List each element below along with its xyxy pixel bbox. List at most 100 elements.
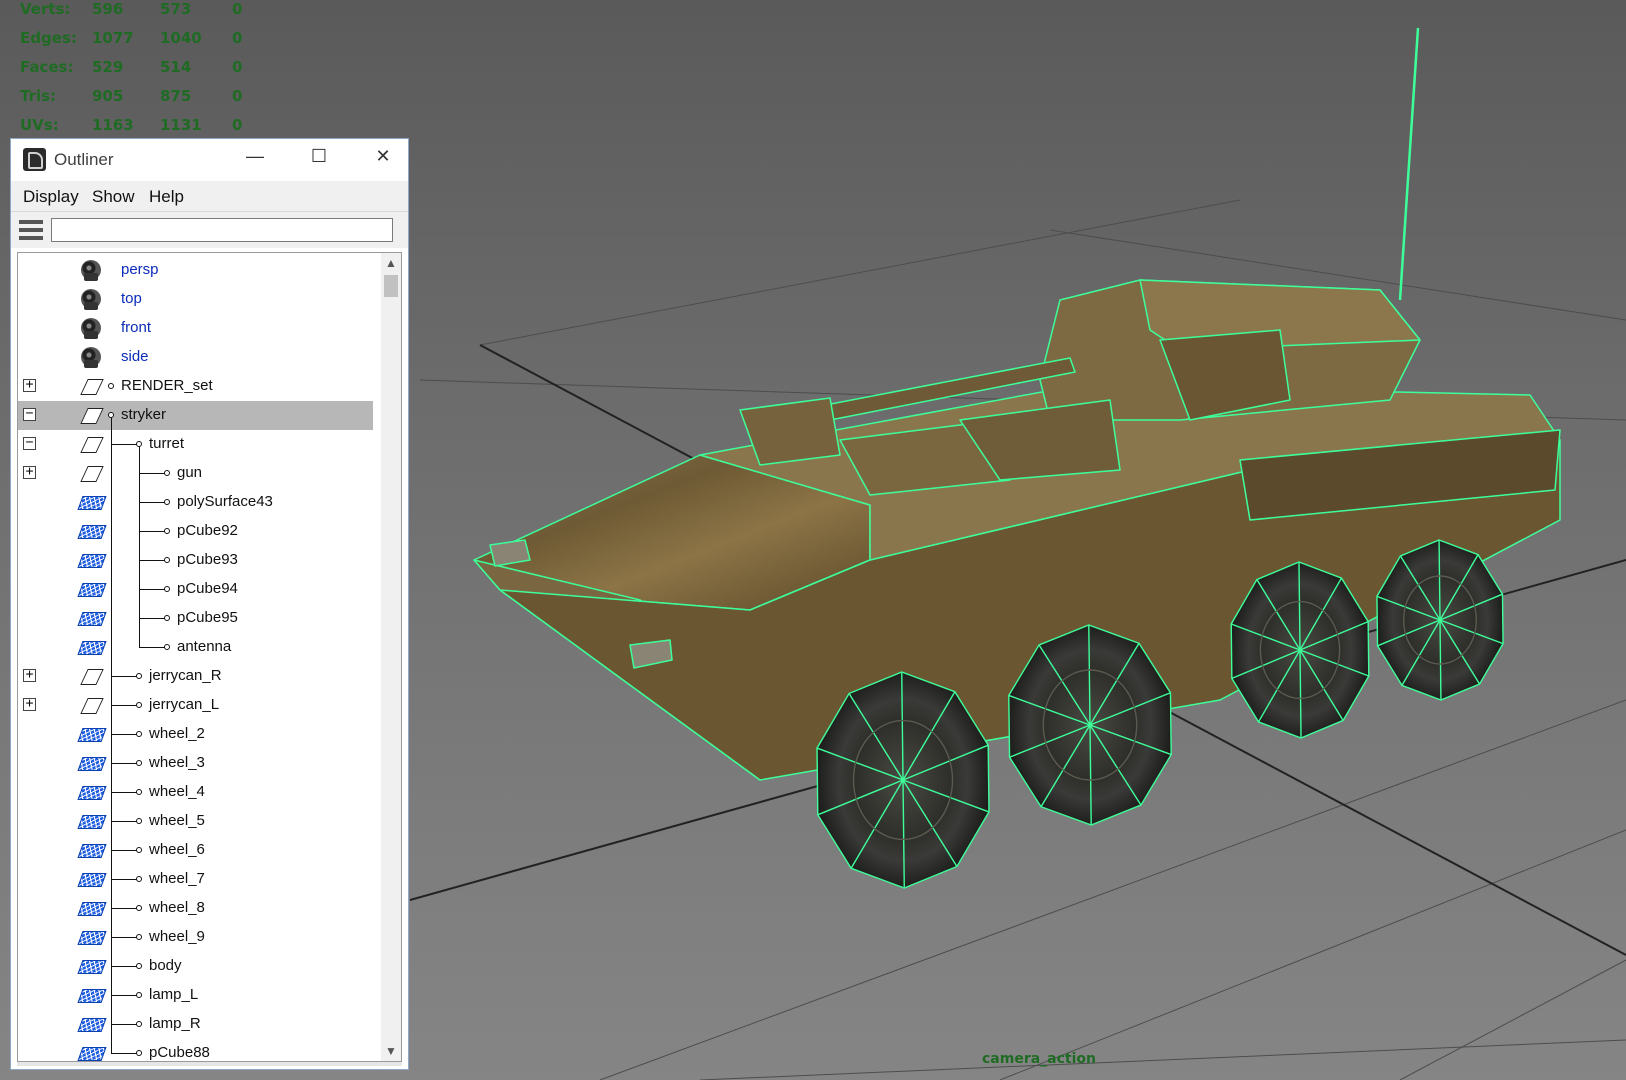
vertical-scrollbar[interactable]: ▲ ▼ <box>381 253 401 1061</box>
outliner-row-wheel-7[interactable]: wheel_7 <box>18 865 373 894</box>
row-label: jerrycan_R <box>149 667 222 684</box>
mesh-icon <box>78 636 104 658</box>
hud-label: Tris: <box>20 87 57 105</box>
maximize-button[interactable]: ☐ <box>296 139 342 173</box>
tree-connector <box>111 937 139 938</box>
row-label: pCube88 <box>149 1044 210 1061</box>
expand-icon[interactable]: + <box>23 668 36 682</box>
outliner-row-body[interactable]: body <box>18 952 373 981</box>
mesh-icon <box>78 491 104 513</box>
node-pin <box>164 557 170 563</box>
row-label: pCube93 <box>177 551 238 568</box>
hud-value: 529 <box>92 58 124 76</box>
outliner-row-lamp-r[interactable]: lamp_R <box>18 1010 373 1039</box>
row-label: persp <box>121 261 159 278</box>
expand-icon[interactable]: + <box>23 465 36 479</box>
filter-bar <box>11 211 408 248</box>
outliner-row-pcube94[interactable]: pCube94 <box>18 575 373 604</box>
row-label: wheel_4 <box>149 783 205 800</box>
transform-icon <box>78 375 104 397</box>
search-input[interactable] <box>51 218 393 242</box>
outliner-row-lamp-l[interactable]: lamp_L <box>18 981 373 1010</box>
minimize-button[interactable]: — <box>232 139 278 173</box>
tree-connector <box>139 618 167 619</box>
outliner-row-render-set[interactable]: + RENDER_set <box>18 372 373 401</box>
outliner-row-side[interactable]: side <box>18 343 373 372</box>
outliner-row-jerrycan-r[interactable]: + jerrycan_R <box>18 662 373 691</box>
menu-show[interactable]: Show <box>92 187 135 207</box>
expand-icon[interactable]: + <box>23 697 36 711</box>
outliner-row-pcube95[interactable]: pCube95 <box>18 604 373 633</box>
node-pin <box>136 1050 142 1056</box>
expand-icon[interactable]: + <box>23 378 36 392</box>
close-button[interactable]: ✕ <box>360 139 406 173</box>
outliner-row-pcube93[interactable]: pCube93 <box>18 546 373 575</box>
node-pin <box>136 731 142 737</box>
hud-value: 1163 <box>92 116 134 134</box>
menu-display[interactable]: Display <box>23 187 79 207</box>
node-pin <box>136 789 142 795</box>
outliner-row-wheel-5[interactable]: wheel_5 <box>18 807 373 836</box>
mesh-icon <box>78 723 104 745</box>
collapse-icon[interactable]: − <box>23 407 36 421</box>
tree-connector <box>139 589 167 590</box>
tree-connector <box>111 821 139 822</box>
horizontal-scrollbar[interactable] <box>17 1062 402 1066</box>
node-pin <box>136 760 142 766</box>
node-pin <box>136 934 142 940</box>
scroll-thumb[interactable] <box>384 275 398 297</box>
row-label: body <box>149 957 182 974</box>
camera-icon <box>78 317 104 339</box>
collapse-icon[interactable]: − <box>23 436 36 450</box>
outliner-row-wheel-8[interactable]: wheel_8 <box>18 894 373 923</box>
transform-icon <box>78 404 104 426</box>
scroll-up-button[interactable]: ▲ <box>381 253 401 273</box>
outliner-row-polysurface43[interactable]: polySurface43 <box>18 488 373 517</box>
transform-icon <box>78 462 104 484</box>
tree-connector <box>111 418 112 1053</box>
outliner-row-antenna[interactable]: antenna <box>18 633 373 662</box>
outliner-row-wheel-3[interactable]: wheel_3 <box>18 749 373 778</box>
outliner-row-jerrycan-l[interactable]: + jerrycan_L <box>18 691 373 720</box>
tree-connector <box>139 447 140 647</box>
outliner-row-persp[interactable]: persp <box>18 256 373 285</box>
menu-help[interactable]: Help <box>149 187 184 207</box>
row-label: pCube94 <box>177 580 238 597</box>
outliner-window[interactable]: Outliner — ☐ ✕ Display Show Help persp to… <box>10 138 409 1070</box>
outliner-row-gun[interactable]: + gun <box>18 459 373 488</box>
outliner-row-wheel-9[interactable]: wheel_9 <box>18 923 373 952</box>
filter-options-icon[interactable] <box>17 218 45 244</box>
outliner-row-wheel-6[interactable]: wheel_6 <box>18 836 373 865</box>
outliner-row-pcube92[interactable]: pCube92 <box>18 517 373 546</box>
outliner-row-turret[interactable]: − turret <box>18 430 373 459</box>
row-label: wheel_6 <box>149 841 205 858</box>
mesh-icon <box>78 752 104 774</box>
tree-connector <box>111 1024 139 1025</box>
node-pin <box>136 876 142 882</box>
outliner-tree[interactable]: persp top front side + RENDER_set − stryker − tur… <box>17 252 402 1062</box>
outliner-titlebar[interactable]: Outliner — ☐ ✕ <box>11 139 408 181</box>
hud-value: 596 <box>92 0 124 18</box>
outliner-row-stryker[interactable]: − stryker <box>18 401 373 430</box>
hud-value: 1077 <box>92 29 134 47</box>
outliner-row-pcube88[interactable]: pCube88 <box>18 1039 373 1061</box>
tree-connector <box>111 676 139 677</box>
hud-value: 0 <box>232 0 243 18</box>
camera-icon <box>78 346 104 368</box>
tree-connector <box>111 879 139 880</box>
hud-label: Verts: <box>20 0 71 18</box>
node-pin <box>136 847 142 853</box>
row-label: stryker <box>121 406 166 423</box>
transform-icon <box>78 694 104 716</box>
outliner-row-wheel-2[interactable]: wheel_2 <box>18 720 373 749</box>
mesh-icon <box>78 897 104 919</box>
outliner-row-top[interactable]: top <box>18 285 373 314</box>
node-pin <box>164 615 170 621</box>
node-pin <box>164 499 170 505</box>
scroll-down-button[interactable]: ▼ <box>381 1041 401 1061</box>
outliner-row-front[interactable]: front <box>18 314 373 343</box>
row-label: gun <box>177 464 203 481</box>
tree-connector <box>111 908 139 909</box>
hud-value: 905 <box>92 87 124 105</box>
outliner-row-wheel-4[interactable]: wheel_4 <box>18 778 373 807</box>
